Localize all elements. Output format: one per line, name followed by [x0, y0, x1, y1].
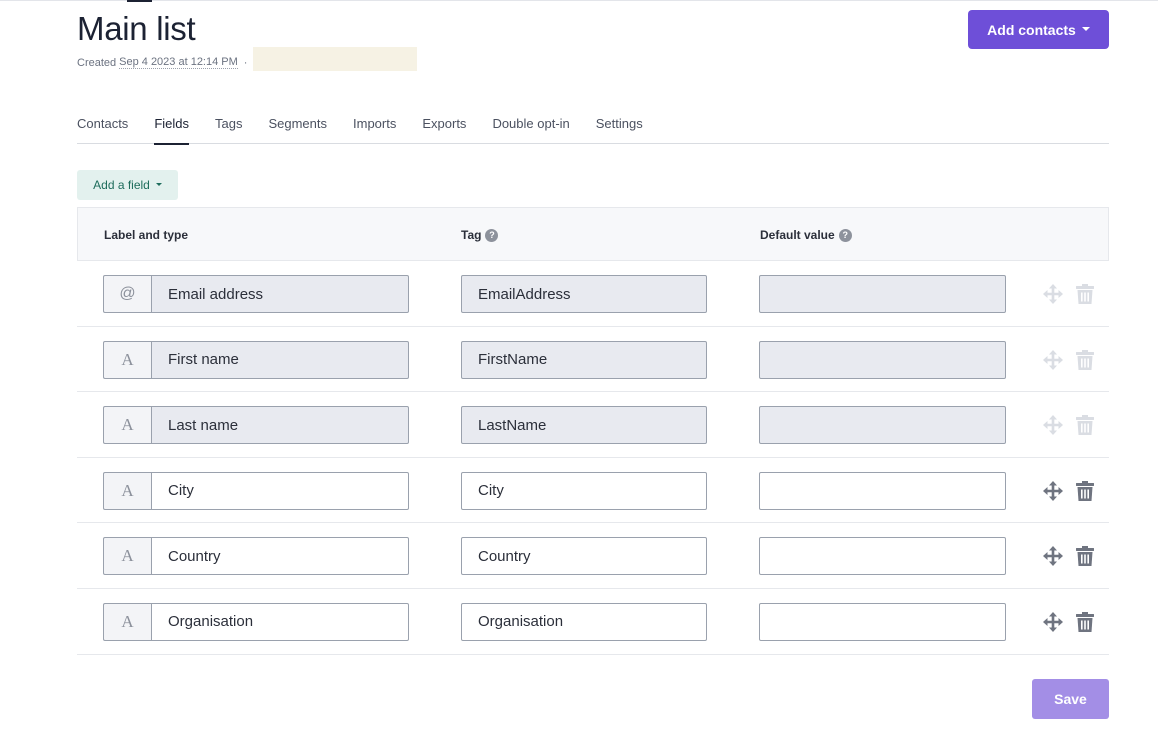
column-default-value: Default value ?	[760, 228, 852, 242]
label-type-group: A Organisation	[103, 602, 409, 641]
fields-table: Label and type Tag ? Default value ? @ Em…	[77, 207, 1109, 655]
move-icon	[1043, 349, 1063, 370]
label-type-group: A Country	[103, 537, 409, 576]
tab-tags[interactable]: Tags	[215, 114, 242, 144]
move-icon	[1043, 415, 1063, 436]
default-value-input	[759, 275, 1006, 313]
tag-input[interactable]: Organisation	[461, 602, 707, 641]
tab-bar: Contacts Fields Tags Segments Imports Ex…	[77, 114, 1109, 145]
add-contacts-button[interactable]: Add contacts	[968, 10, 1109, 49]
table-row: A City City	[77, 458, 1109, 524]
tag-input[interactable]: City	[461, 471, 707, 510]
table-row: A Country Country	[77, 523, 1109, 589]
caret-down-icon	[1081, 26, 1090, 31]
created-date: Sep 4 2023 at 12:14 PM	[119, 56, 238, 69]
created-separator: ·	[243, 56, 248, 69]
text-type-icon[interactable]: A	[103, 602, 151, 641]
column-default-value-text: Default value	[760, 228, 835, 242]
text-type-icon: A	[103, 406, 151, 445]
tab-settings[interactable]: Settings	[596, 114, 643, 144]
label-type-group: A City	[103, 471, 409, 510]
tag-input: LastName	[461, 406, 707, 445]
table-header: Label and type Tag ? Default value ?	[77, 207, 1109, 261]
trash-icon[interactable]	[1076, 546, 1094, 567]
table-row: A First name FirstName	[77, 327, 1109, 393]
label-input[interactable]: Organisation	[151, 602, 409, 641]
redacted-area	[253, 47, 417, 71]
table-row: A Last name LastName	[77, 392, 1109, 458]
text-type-icon[interactable]: A	[103, 471, 151, 510]
top-marker	[127, 0, 152, 2]
tag-input[interactable]: Country	[461, 537, 707, 576]
move-icon[interactable]	[1043, 546, 1063, 567]
text-type-icon: A	[103, 340, 151, 379]
column-tag-text: Tag	[461, 228, 482, 242]
tab-exports[interactable]: Exports	[422, 114, 466, 144]
help-icon[interactable]: ?	[485, 228, 499, 242]
trash-icon	[1076, 284, 1094, 304]
move-icon[interactable]	[1043, 611, 1063, 632]
move-icon	[1043, 284, 1063, 304]
tab-contacts[interactable]: Contacts	[77, 114, 128, 144]
table-body: @ Email address EmailAddress A First name Fir…	[77, 261, 1109, 655]
tab-imports[interactable]: Imports	[353, 114, 396, 144]
at-sign-icon: @	[103, 275, 151, 313]
tab-fields[interactable]: Fields	[154, 114, 189, 145]
page-title: Main list	[77, 10, 196, 47]
top-border	[0, 0, 1158, 1]
tag-input: FirstName	[461, 340, 707, 379]
column-label-type-text: Label and type	[104, 228, 189, 242]
label-input[interactable]: Country	[151, 537, 409, 576]
add-field-label: Add a field	[93, 178, 150, 192]
label-input[interactable]: City	[151, 471, 409, 510]
label-type-group: A First name	[103, 340, 409, 379]
default-value-input	[759, 340, 1006, 379]
default-value-input[interactable]	[759, 602, 1006, 641]
text-type-icon[interactable]: A	[103, 537, 151, 576]
created-meta: Created Sep 4 2023 at 12:14 PM ·	[77, 56, 251, 69]
default-value-input[interactable]	[759, 471, 1006, 510]
move-icon[interactable]	[1043, 480, 1063, 501]
trash-icon	[1076, 415, 1094, 436]
save-button[interactable]: Save	[1032, 679, 1109, 719]
default-value-input	[759, 406, 1006, 445]
help-icon[interactable]: ?	[838, 228, 852, 242]
add-contacts-label: Add contacts	[987, 21, 1076, 38]
table-row: @ Email address EmailAddress	[77, 261, 1109, 327]
created-prefix: Created	[77, 56, 117, 69]
table-row: A Organisation Organisation	[77, 589, 1109, 655]
label-type-group: @ Email address	[103, 275, 409, 313]
tag-input: EmailAddress	[461, 275, 707, 313]
label-input: Email address	[151, 275, 409, 313]
column-label-type: Label and type	[104, 228, 188, 242]
label-input: First name	[151, 340, 409, 379]
trash-icon[interactable]	[1076, 480, 1094, 501]
tab-double-opt-in[interactable]: Double opt-in	[492, 114, 569, 144]
caret-down-icon	[155, 183, 162, 186]
default-value-input[interactable]	[759, 537, 1006, 576]
trash-icon	[1076, 349, 1094, 370]
add-field-button[interactable]: Add a field	[77, 170, 178, 200]
trash-icon[interactable]	[1076, 611, 1094, 632]
label-type-group: A Last name	[103, 406, 409, 445]
tab-segments[interactable]: Segments	[268, 114, 327, 144]
column-tag: Tag ?	[461, 228, 499, 242]
label-input: Last name	[151, 406, 409, 445]
